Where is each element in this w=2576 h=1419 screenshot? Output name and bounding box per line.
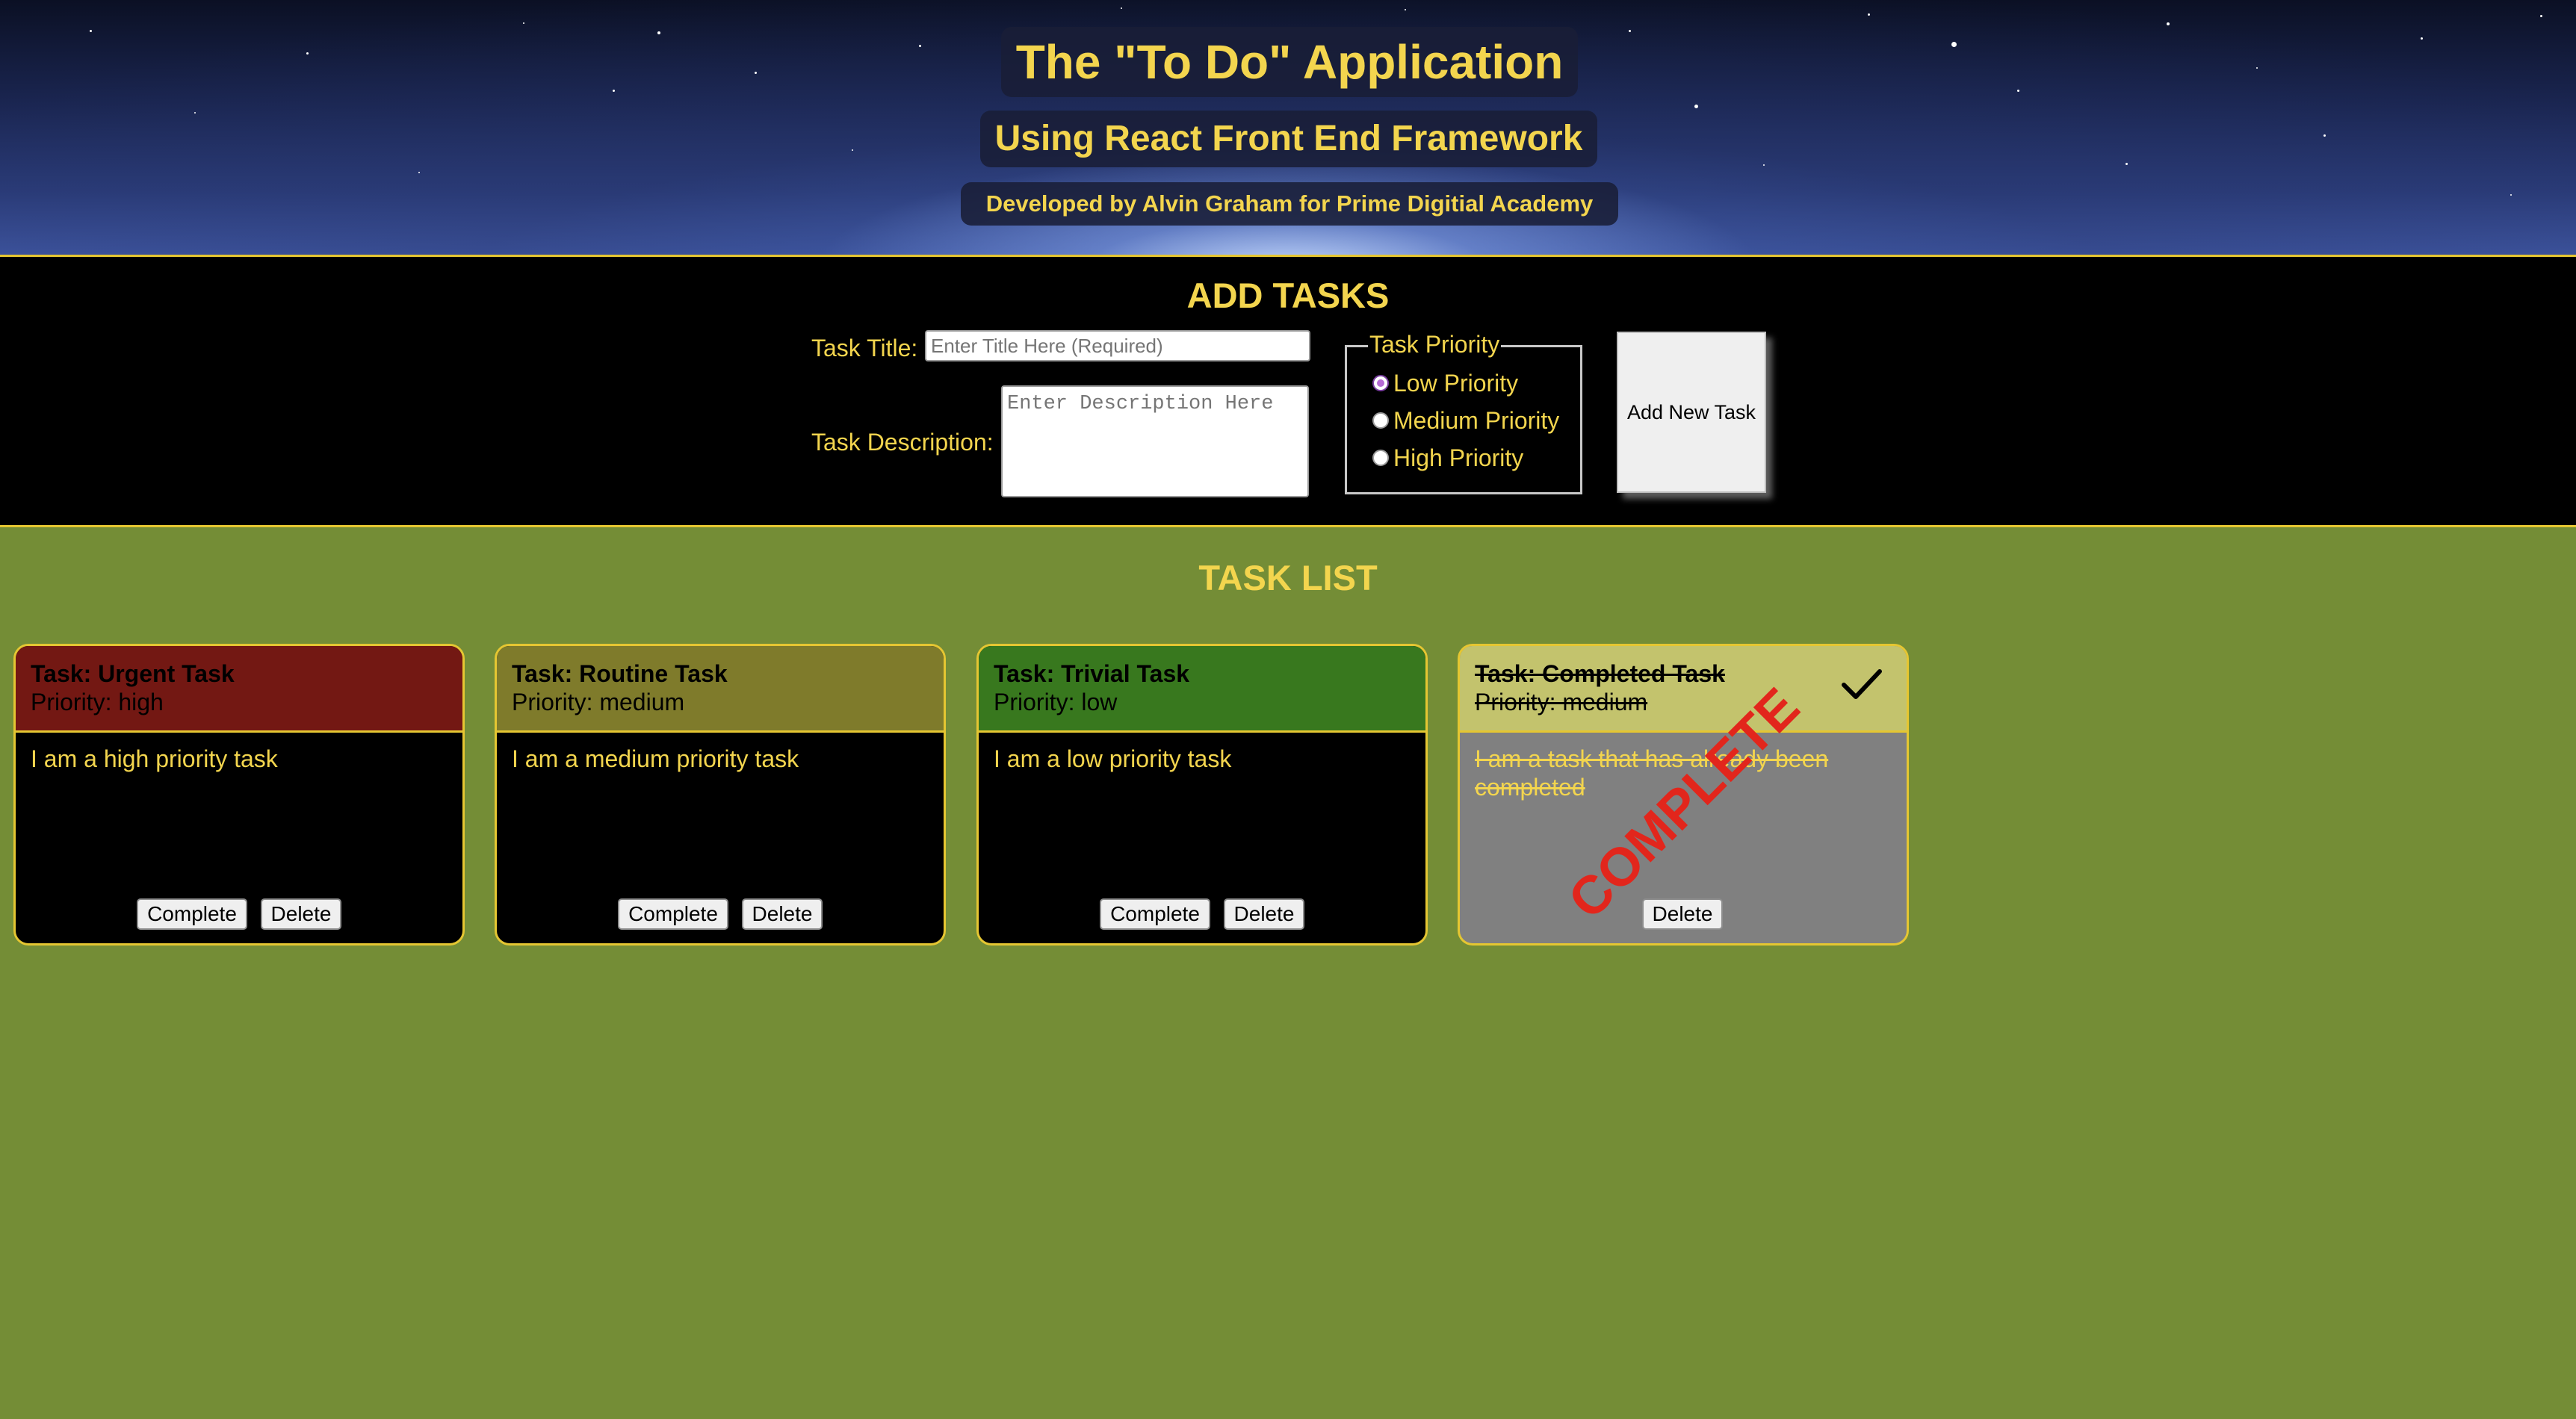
task-card-header: Task: Trivial Task Priority: low (979, 646, 1425, 733)
task-description: I am a high priority task (31, 745, 278, 772)
radio-unselected-icon[interactable] (1372, 450, 1389, 466)
delete-button[interactable]: Delete (742, 898, 823, 930)
task-description-label: Task Description: (811, 429, 994, 456)
task-card: Task: Urgent Task Priority: high I am a … (13, 644, 465, 946)
task-list-heading: TASK LIST (1198, 558, 1378, 597)
task-card: Task: Trivial Task Priority: low I am a … (976, 644, 1428, 946)
task-card: Task: Routine Task Priority: medium I am… (495, 644, 946, 946)
app-title: The "To Do" Application (1001, 27, 1578, 97)
priority-option-label: Medium Priority (1393, 406, 1560, 434)
complete-button[interactable]: Complete (1100, 898, 1210, 930)
completed-task-card: Task: Completed Task Priority: medium I … (1458, 644, 1909, 946)
delete-button[interactable]: Delete (1224, 898, 1304, 930)
task-priority-fieldset: Task Priority Low Priority Medium Priori… (1345, 331, 1582, 494)
task-description: I am a low priority task (994, 745, 1232, 772)
developer-credit: Developed by Alvin Graham for Prime Digi… (961, 182, 1618, 226)
app-subtitle: Using React Front End Framework (980, 111, 1597, 167)
task-priority: Priority: high (31, 689, 164, 715)
task-title: Task: Routine Task (512, 660, 728, 687)
task-card-header: Task: Completed Task Priority: medium (1460, 646, 1907, 733)
priority-option-medium[interactable]: Medium Priority (1372, 406, 1559, 435)
task-priority-legend: Task Priority (1368, 331, 1502, 358)
task-priority: Priority: medium (512, 689, 685, 715)
task-description: I am a medium priority task (512, 745, 799, 772)
complete-button[interactable]: Complete (618, 898, 728, 930)
add-tasks-heading: ADD TASKS (1186, 276, 1390, 315)
complete-button[interactable]: Complete (137, 898, 247, 930)
delete-button[interactable]: Delete (261, 898, 341, 930)
task-title-label: Task Title: (811, 335, 918, 361)
task-title-input[interactable] (925, 330, 1310, 361)
priority-option-high[interactable]: High Priority (1372, 443, 1523, 473)
task-description-input[interactable] (1001, 385, 1309, 497)
priority-option-label: Low Priority (1393, 369, 1519, 397)
priority-option-low[interactable]: Low Priority (1372, 368, 1518, 398)
delete-button[interactable]: Delete (1642, 898, 1723, 930)
task-card-header: Task: Urgent Task Priority: high (16, 646, 462, 733)
add-new-task-button[interactable]: Add New Task (1617, 332, 1766, 493)
task-title: Task: Urgent Task (31, 660, 235, 687)
priority-option-label: High Priority (1393, 444, 1524, 471)
add-tasks-section: ADD TASKS Task Title: Task Description: … (0, 257, 2576, 527)
task-priority: Priority: low (994, 689, 1118, 715)
checkmark-icon (1842, 669, 1882, 699)
task-card-header: Task: Routine Task Priority: medium (497, 646, 944, 733)
radio-unselected-icon[interactable] (1372, 412, 1389, 429)
task-title: Task: Trivial Task (994, 660, 1190, 687)
radio-selected-icon[interactable] (1372, 375, 1389, 391)
page-header: The "To Do" Application Using React Fron… (0, 0, 2576, 257)
